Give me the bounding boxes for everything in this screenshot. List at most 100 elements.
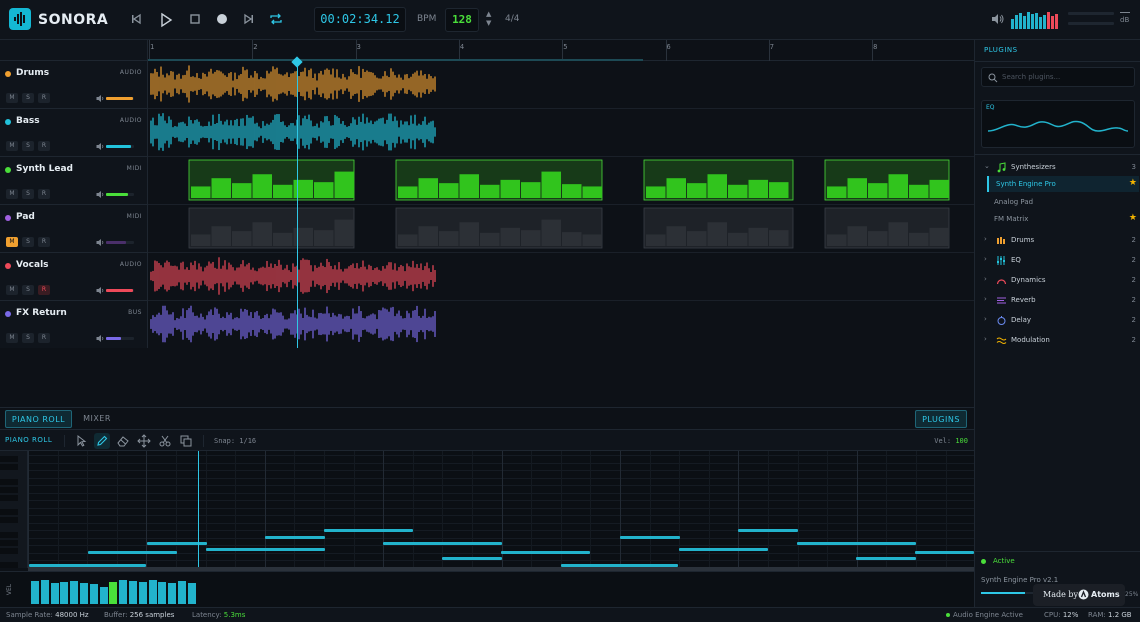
record-arm-button[interactable]: R bbox=[38, 237, 50, 247]
velocity-bar[interactable] bbox=[119, 580, 128, 604]
black-key[interactable] bbox=[0, 509, 18, 515]
track-name[interactable]: FX Return bbox=[16, 308, 67, 318]
made-by-badge[interactable]: Made by Atoms bbox=[1033, 584, 1125, 606]
record-arm-button[interactable]: R bbox=[38, 333, 50, 343]
velocity-bar[interactable] bbox=[187, 583, 196, 604]
record-arm-button[interactable]: R bbox=[38, 189, 50, 199]
velocity-bar[interactable] bbox=[89, 584, 98, 604]
loop-button[interactable] bbox=[268, 11, 286, 29]
black-key[interactable] bbox=[0, 540, 18, 546]
snap-setting[interactable]: Snap: 1/16 bbox=[214, 437, 256, 445]
piano-roll-note[interactable] bbox=[915, 551, 974, 554]
playhead[interactable] bbox=[297, 61, 298, 348]
solo-button[interactable]: S bbox=[22, 237, 34, 247]
velocity-bar[interactable] bbox=[138, 582, 147, 604]
tab-piano-roll[interactable]: PIANO ROLL bbox=[5, 410, 72, 428]
mute-button[interactable]: M bbox=[6, 189, 18, 199]
master-fader[interactable] bbox=[1068, 9, 1116, 31]
timeline-ruler[interactable]: 1 2 3 4 5 6 7 8 bbox=[148, 40, 974, 61]
mute-button[interactable]: M bbox=[6, 285, 18, 295]
mute-button[interactable]: M bbox=[6, 93, 18, 103]
piano-roll-note[interactable] bbox=[856, 557, 916, 560]
chevron-up-icon[interactable]: ▲ bbox=[486, 10, 491, 19]
velocity-bar[interactable] bbox=[99, 587, 108, 604]
black-key[interactable] bbox=[0, 562, 18, 568]
mute-button[interactable]: M bbox=[6, 333, 18, 343]
black-key[interactable] bbox=[0, 464, 18, 470]
move-tool-button[interactable] bbox=[136, 433, 152, 449]
black-key[interactable] bbox=[0, 532, 18, 538]
velocity-bar[interactable] bbox=[40, 580, 49, 604]
solo-button[interactable]: S bbox=[22, 93, 34, 103]
track-name[interactable]: Vocals bbox=[16, 260, 49, 270]
tab-mixer[interactable]: MIXER bbox=[78, 410, 116, 428]
track-name[interactable]: Bass bbox=[16, 116, 40, 126]
time-signature[interactable]: 4/4 bbox=[505, 14, 519, 24]
skip-forward-button[interactable] bbox=[241, 11, 259, 29]
plugin-item[interactable]: FM Matrix ★ bbox=[987, 211, 1139, 227]
velocity-bar[interactable] bbox=[109, 582, 118, 604]
velocity-bar[interactable] bbox=[168, 583, 177, 604]
piano-roll-grid[interactable] bbox=[0, 451, 974, 568]
plugin-category[interactable]: › Drums 2 bbox=[975, 231, 1140, 249]
arrangement-view[interactable] bbox=[148, 61, 974, 348]
track-name[interactable]: Pad bbox=[16, 212, 35, 222]
velocity-bar[interactable] bbox=[70, 581, 79, 604]
plugin-category[interactable]: ⌄ Synthesizers 3 bbox=[975, 158, 1140, 176]
eq-preview[interactable]: EQ bbox=[981, 100, 1135, 148]
piano-roll-note[interactable] bbox=[738, 529, 798, 532]
skip-back-button[interactable] bbox=[128, 11, 146, 29]
chevron-down-icon[interactable]: ⌄ bbox=[984, 162, 990, 170]
piano-roll-note[interactable] bbox=[324, 529, 413, 532]
select-tool-button[interactable] bbox=[74, 433, 90, 449]
velocity-readout[interactable]: Vel: 100 bbox=[934, 437, 968, 445]
piano-roll-note[interactable] bbox=[501, 551, 590, 554]
plugin-category[interactable]: › Reverb 2 bbox=[975, 291, 1140, 309]
velocity-bar[interactable] bbox=[129, 581, 137, 604]
chevron-right-icon[interactable]: › bbox=[984, 255, 987, 263]
solo-button[interactable]: S bbox=[22, 189, 34, 199]
track-name[interactable]: Drums bbox=[16, 68, 49, 78]
track-header[interactable]: Synth Lead MIDI M S R bbox=[0, 157, 148, 205]
search-input[interactable] bbox=[1002, 71, 1130, 83]
play-button[interactable] bbox=[157, 11, 175, 29]
record-arm-button[interactable]: R bbox=[38, 285, 50, 295]
black-key[interactable] bbox=[0, 517, 18, 523]
plugin-category[interactable]: › Dynamics 2 bbox=[975, 271, 1140, 289]
record-button[interactable] bbox=[214, 11, 232, 29]
piano-roll-note[interactable] bbox=[797, 542, 916, 545]
velocity-bar[interactable] bbox=[80, 583, 88, 604]
mute-button[interactable]: M bbox=[6, 141, 18, 151]
velocity-bar[interactable] bbox=[158, 582, 167, 604]
velocity-bar[interactable] bbox=[60, 582, 69, 604]
piano-roll-note[interactable] bbox=[679, 548, 768, 551]
star-icon[interactable]: ★ bbox=[1129, 213, 1137, 223]
piano-roll-note[interactable] bbox=[442, 557, 502, 560]
plugin-item[interactable]: Analog Pad bbox=[987, 194, 1139, 210]
track-name[interactable]: Synth Lead bbox=[16, 164, 73, 174]
track-header[interactable]: Vocals AUDIO M S R bbox=[0, 253, 148, 301]
velocity-bar[interactable] bbox=[50, 583, 59, 604]
velocity-bar[interactable] bbox=[178, 581, 186, 604]
chevron-down-icon[interactable]: ▼ bbox=[486, 19, 491, 28]
track-lanes[interactable] bbox=[148, 61, 974, 348]
solo-button[interactable]: S bbox=[22, 333, 34, 343]
piano-roll-note[interactable] bbox=[206, 548, 325, 551]
chevron-right-icon[interactable]: › bbox=[984, 335, 987, 343]
duplicate-tool-button[interactable] bbox=[178, 433, 194, 449]
track-header[interactable]: Bass AUDIO M S R bbox=[0, 109, 148, 157]
bpm-stepper[interactable]: ▲ ▼ bbox=[486, 10, 491, 28]
solo-button[interactable]: S bbox=[22, 285, 34, 295]
track-header[interactable]: Drums AUDIO M S R bbox=[0, 61, 148, 109]
piano-roll-note[interactable] bbox=[383, 542, 502, 545]
velocity-lane[interactable]: VEL bbox=[0, 571, 974, 607]
pencil-tool-button[interactable] bbox=[94, 433, 110, 449]
stop-button[interactable] bbox=[187, 11, 205, 29]
track-header[interactable]: FX Return BUS M S R bbox=[0, 301, 148, 349]
velocity-bar[interactable] bbox=[31, 581, 39, 604]
piano-roll-note[interactable] bbox=[620, 536, 680, 539]
bpm-field[interactable]: 128 bbox=[445, 8, 479, 32]
scissors-tool-button[interactable] bbox=[157, 433, 173, 449]
piano-roll-note[interactable] bbox=[265, 536, 325, 539]
empty-track-area[interactable] bbox=[0, 348, 974, 407]
